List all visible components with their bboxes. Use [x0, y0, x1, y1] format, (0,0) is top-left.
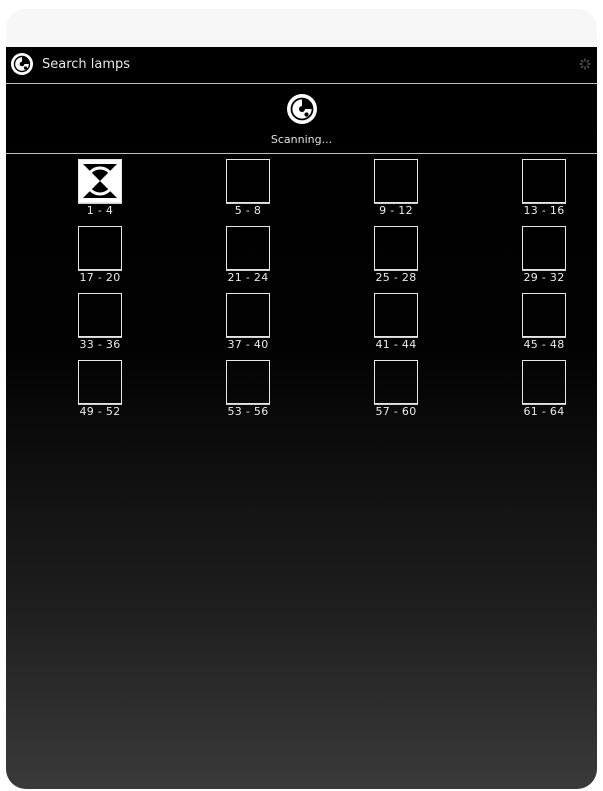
lamp-group-tile[interactable]: 53 - 56 — [198, 360, 298, 424]
lamp-group-tile[interactable]: 29 - 32 — [494, 226, 594, 290]
lamp-empty-box — [522, 159, 566, 203]
lamp-empty-box — [78, 293, 122, 337]
lamp-empty-box — [522, 360, 566, 404]
lamp-group-label: 29 - 32 — [523, 271, 565, 284]
radar-scan-icon — [286, 94, 317, 124]
lamp-group-label: 17 - 20 — [79, 271, 121, 284]
spinner-icon — [579, 58, 591, 70]
lamp-empty-box — [374, 226, 418, 270]
status-bar — [6, 9, 597, 47]
scan-status: Scanning... — [270, 133, 333, 146]
lamp-group-label: 13 - 16 — [523, 204, 565, 217]
lamp-group-label: 1 - 4 — [86, 204, 114, 217]
lamp-empty-box — [374, 360, 418, 404]
lamp-group-tile[interactable]: 1 - 4 — [50, 159, 150, 223]
lamp-empty-box — [78, 226, 122, 270]
lamp-group-label: 53 - 56 — [227, 405, 269, 418]
lamp-empty-box — [522, 226, 566, 270]
lamp-group-label: 9 - 12 — [379, 204, 413, 217]
lamp-group-tile[interactable]: 41 - 44 — [346, 293, 446, 357]
header: Search lamps — [6, 47, 597, 83]
lamp-empty-box — [226, 159, 270, 203]
lamp-group-tile[interactable]: 9 - 12 — [346, 159, 446, 223]
lamp-found-box — [78, 159, 122, 203]
lamp-group-tile[interactable]: 49 - 52 — [50, 360, 150, 424]
radar-logo-icon[interactable] — [10, 52, 34, 76]
lamp-group-tile[interactable]: 21 - 24 — [198, 226, 298, 290]
lamp-empty-box — [374, 293, 418, 337]
lamp-group-label: 25 - 28 — [375, 271, 417, 284]
lamp-empty-box — [78, 360, 122, 404]
app-window: Search lamps Scanning... 1 - 4 5 - 8 9 -… — [6, 9, 597, 789]
lamp-group-label: 49 - 52 — [79, 405, 121, 418]
lamp-group-label: 45 - 48 — [523, 338, 565, 351]
lamp-group-label: 5 - 8 — [234, 204, 262, 217]
lamp-group-label: 41 - 44 — [375, 338, 417, 351]
scan-divider — [6, 153, 597, 154]
lamp-group-label: 57 - 60 — [375, 405, 417, 418]
lamp-group-tile[interactable]: 61 - 64 — [494, 360, 594, 424]
lamp-empty-box — [374, 159, 418, 203]
lamp-empty-box — [226, 360, 270, 404]
lamp-group-label: 21 - 24 — [227, 271, 269, 284]
lamp-group-tile[interactable]: 33 - 36 — [50, 293, 150, 357]
lamp-group-tile[interactable]: 17 - 20 — [50, 226, 150, 290]
lamp-empty-box — [226, 226, 270, 270]
lamp-group-label: 61 - 64 — [523, 405, 565, 418]
header-divider — [6, 83, 597, 84]
lamp-group-tile[interactable]: 57 - 60 — [346, 360, 446, 424]
lamp-group-tile[interactable]: 37 - 40 — [198, 293, 298, 357]
lamp-empty-box — [226, 293, 270, 337]
screen-title: Search lamps — [42, 57, 131, 72]
lamp-found-icon — [79, 160, 121, 202]
lamp-group-label: 33 - 36 — [79, 338, 121, 351]
search-lamps-screen: Search lamps Scanning... 1 - 4 5 - 8 9 -… — [6, 47, 597, 789]
lamp-group-label: 37 - 40 — [227, 338, 269, 351]
lamp-empty-box — [522, 293, 566, 337]
lamp-group-tile[interactable]: 25 - 28 — [346, 226, 446, 290]
lamp-group-tile[interactable]: 13 - 16 — [494, 159, 594, 223]
lamp-group-tile[interactable]: 45 - 48 — [494, 293, 594, 357]
lamp-group-tile[interactable]: 5 - 8 — [198, 159, 298, 223]
